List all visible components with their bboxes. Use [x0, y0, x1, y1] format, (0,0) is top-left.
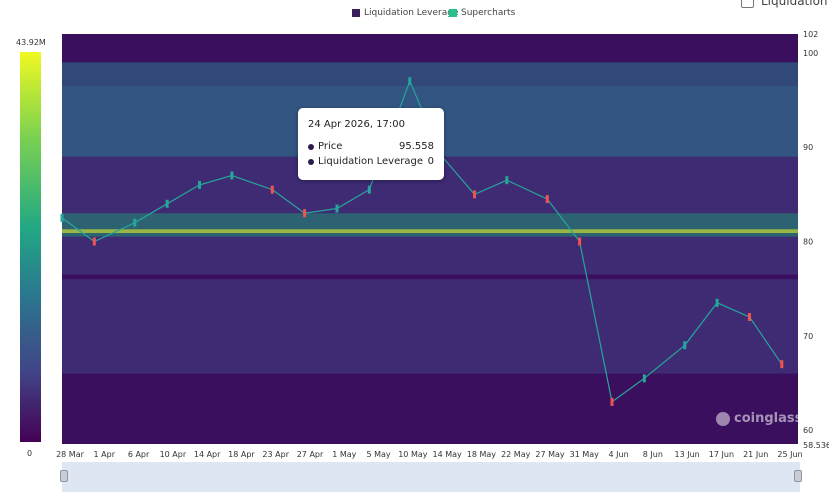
price-candle — [408, 77, 412, 86]
x-tick-label: 5 May — [366, 450, 390, 459]
x-tick-label: 8 Jun — [643, 450, 663, 459]
x-tick-label: 1 May — [332, 450, 356, 459]
price-candle — [505, 176, 509, 185]
tooltip-date: 24 Apr 2026, 17:00 — [308, 119, 406, 130]
tooltip-row-price: Price 95.558 — [308, 141, 434, 152]
range-navigator[interactable] — [62, 462, 800, 492]
tooltip-label-leverage: Liquidation Leverage — [318, 156, 423, 167]
price-candle — [133, 218, 137, 227]
x-tick-label: 13 Jun — [675, 450, 700, 459]
tooltip-dot-icon — [308, 158, 314, 165]
tooltip-row-leverage: Liquidation Leverage 0 — [308, 156, 434, 167]
tooltip-value-leverage: 0 — [427, 156, 434, 167]
y-tick-label: 80 — [803, 238, 813, 247]
price-candle — [715, 298, 719, 307]
price-candle — [92, 237, 96, 246]
price-candle — [60, 213, 64, 222]
x-tick-label: 28 Mar — [56, 450, 85, 459]
price-candle — [780, 360, 784, 369]
liquidation-band — [62, 229, 798, 234]
x-tick-label: 18 May — [467, 450, 497, 459]
x-tick-label: 6 Apr — [128, 450, 150, 459]
x-tick-label: 10 May — [398, 450, 428, 459]
tooltip-label-price: Price — [318, 141, 343, 152]
x-tick-label: 14 May — [433, 450, 463, 459]
x-tick-label: 27 May — [535, 450, 565, 459]
price-candle — [367, 185, 371, 194]
navigator-left-handle[interactable] — [60, 470, 68, 482]
x-tick-label: 21 Jun — [743, 450, 768, 459]
x-tick-label: 25 Jun — [777, 450, 802, 459]
x-tick-label: 31 May — [570, 450, 600, 459]
price-candle — [303, 209, 307, 218]
x-tick-label: 14 Apr — [194, 450, 221, 459]
liquidation-band — [62, 236, 798, 275]
coinglass-logo-icon — [716, 411, 730, 426]
y-tick-label: 60 — [803, 426, 813, 435]
price-candle — [335, 204, 339, 213]
y-tick-label: 90 — [803, 143, 813, 152]
x-tick-label: 1 Apr — [94, 450, 116, 459]
price-candle — [230, 171, 234, 180]
price-candle — [197, 180, 201, 189]
price-candle — [610, 397, 614, 406]
x-tick-label: 27 Apr — [297, 450, 324, 459]
price-candle — [683, 341, 687, 350]
x-tick-label: 22 May — [501, 450, 531, 459]
price-candle — [165, 199, 169, 208]
tooltip-value-price: 95.558 — [399, 141, 434, 152]
liquidation-band — [62, 213, 798, 237]
y-tick-label: 100 — [803, 49, 818, 58]
y-tick-label: 70 — [803, 332, 813, 341]
x-tick-label: 10 Apr — [160, 450, 187, 459]
x-tick-label: 17 Jun — [709, 450, 734, 459]
tooltip-dot-icon — [308, 143, 314, 150]
liquidation-band — [62, 279, 798, 374]
y-tick-label: 58.536 — [803, 441, 829, 450]
watermark: coinglass — [716, 411, 802, 426]
x-tick-label: 4 Jun — [609, 450, 629, 459]
price-candle — [747, 312, 751, 321]
price-candle — [270, 185, 274, 194]
navigator-right-handle[interactable] — [794, 470, 802, 482]
x-tick-label: 23 Apr — [262, 450, 289, 459]
x-tick-label: 18 Apr — [228, 450, 255, 459]
price-candle — [578, 237, 582, 246]
price-candle — [472, 190, 476, 199]
y-tick-label: 102 — [803, 30, 818, 39]
price-candle — [642, 374, 646, 383]
price-candle — [545, 195, 549, 204]
heatmap-plot[interactable]: 28 Mar 1 Apr 6 Apr 10 Apr 14 Apr 18 Apr 23 Apr… — [0, 0, 829, 492]
watermark-text: coinglass — [734, 411, 803, 426]
tooltip: 24 Apr 2026, 17:00 Price 95.558 Liquidat… — [298, 108, 444, 180]
